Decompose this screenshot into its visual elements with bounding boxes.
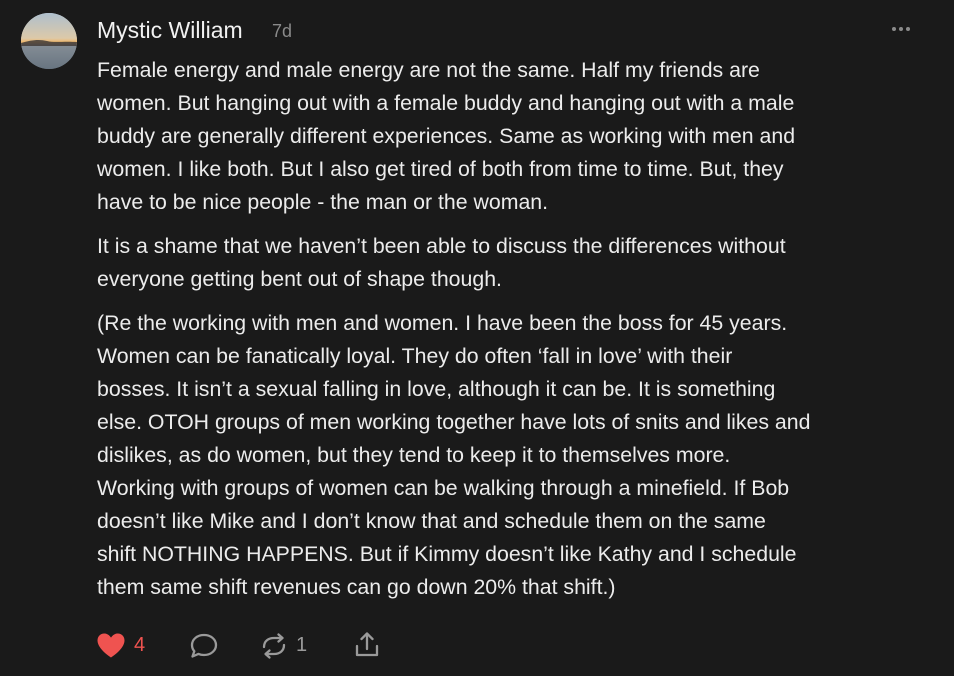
comment-paragraph: (Re the working with men and women. I ha… — [97, 311, 811, 599]
more-options-button[interactable] — [888, 20, 914, 38]
like-count: 4 — [134, 634, 146, 656]
comment-paragraph: Female energy and male energy are not th… — [97, 58, 796, 214]
author-name[interactable]: Mystic William — [97, 15, 243, 45]
comment-body: Female energy and male energy are not th… — [97, 54, 927, 615]
avatar[interactable] — [21, 13, 77, 69]
heart-icon — [97, 633, 125, 658]
timestamp[interactable]: 7d — [272, 18, 292, 44]
share-icon — [355, 632, 379, 657]
restack-icon — [262, 633, 286, 659]
restack-button[interactable]: 1 — [259, 628, 311, 662]
comment: Mystic William 7d Female energy and male… — [0, 0, 954, 676]
reply-button[interactable] — [189, 628, 221, 662]
share-button[interactable] — [352, 628, 382, 662]
restack-count: 1 — [296, 634, 308, 656]
more-horizontal-icon — [892, 27, 910, 31]
comment-paragraph: It is a shame that we haven’t been able … — [97, 234, 786, 291]
like-button[interactable]: 4 — [96, 628, 154, 662]
comment-bubble-icon — [190, 633, 218, 658]
